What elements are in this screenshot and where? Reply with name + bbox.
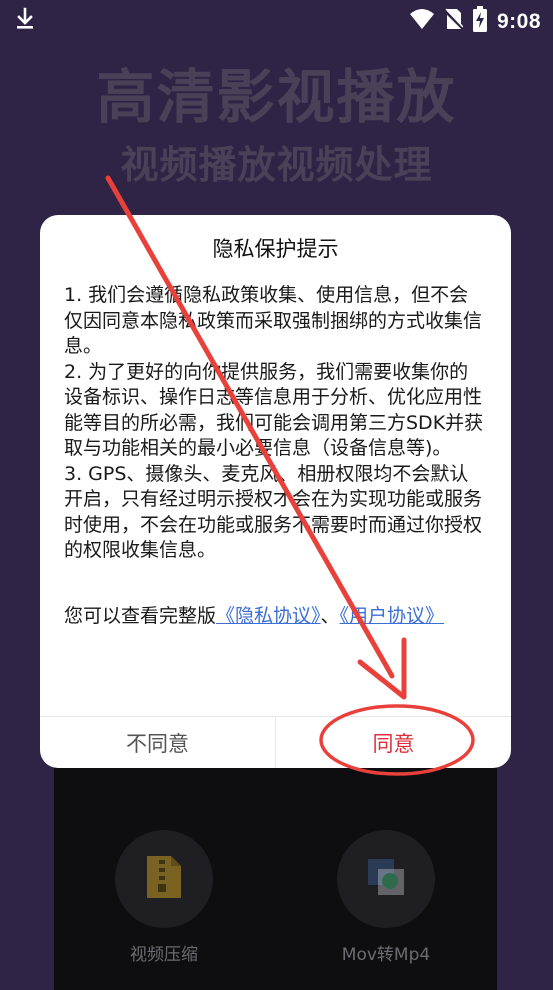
dialog-body: 1. 我们会遵循隐私政策收集、使用信息，但不会仅因同意本隐私政策而采取强制捆绑的…: [64, 283, 484, 564]
zip-file-icon: [145, 854, 183, 904]
privacy-dialog: 隐私保护提示 1. 我们会遵循隐私政策收集、使用信息，但不会仅因同意本隐私政策而…: [40, 215, 511, 768]
convert-icon: [366, 857, 406, 901]
dialog-paragraph: 3. GPS、摄像头、麦克风、相册权限均不会默认开启，只有经过明示授权才会在为实…: [64, 462, 483, 562]
no-sim-icon: [444, 7, 464, 36]
wifi-icon: [409, 8, 435, 35]
tool-video-compress[interactable]: 视频压缩: [74, 830, 254, 965]
user-agreement-link[interactable]: 《用户协议》: [340, 605, 445, 627]
app-title: 高清影视播放: [96, 63, 457, 131]
tool-mov-to-mp4[interactable]: Mov转Mp4: [296, 830, 476, 965]
tool-icon-circle: [115, 830, 213, 928]
status-bar: 9:08: [0, 0, 553, 40]
disagree-button[interactable]: 不同意: [40, 717, 275, 768]
tool-icon-circle: [337, 830, 435, 928]
download-icon: [14, 7, 36, 36]
dialog-paragraph: 1. 我们会遵循隐私政策收集、使用信息，但不会仅因同意本隐私政策而采取强制捆绑的…: [64, 284, 483, 357]
status-time: 9:08: [496, 9, 541, 33]
tools-panel: 视频压缩 Mov转Mp4: [54, 740, 497, 990]
tool-label: Mov转Mp4: [341, 945, 431, 965]
links-separator: 、: [320, 605, 340, 627]
agree-button[interactable]: 同意: [276, 717, 511, 768]
dialog-title: 隐私保护提示: [212, 237, 339, 261]
dialog-paragraph: 2. 为了更好的向你提供服务，我们需要收集你的设备标识、操作日志等信息用于分析、…: [64, 360, 484, 460]
links-prefix: 您可以查看完整版: [64, 605, 217, 627]
agreement-links: 您可以查看完整版《隐私协议》、《用户协议》: [64, 601, 484, 631]
privacy-policy-link[interactable]: 《隐私协议》: [216, 605, 321, 627]
battery-charging-icon: [472, 6, 487, 37]
app-subtitle: 视频播放视频处理: [120, 142, 433, 187]
tool-label: 视频压缩: [130, 945, 198, 965]
